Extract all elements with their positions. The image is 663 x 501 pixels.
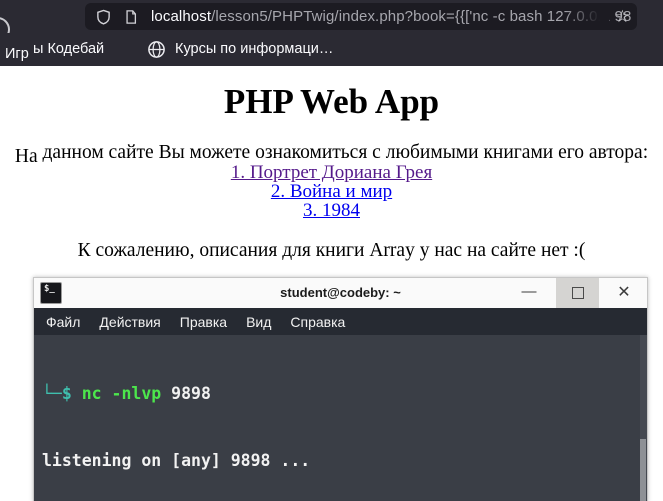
book-link-1984[interactable]: 3. 1984 <box>0 201 663 220</box>
bookmark-item-courses[interactable]: Курсы по информаци… <box>175 41 333 57</box>
url-fade-overlay <box>564 3 609 30</box>
terminal-menubar: Файл Действия Правка Вид Справка <box>34 308 647 335</box>
intro-rest: данном сайте Вы можете ознакомиться с лю… <box>37 142 649 163</box>
menu-file[interactable]: Файл <box>46 314 80 330</box>
terminal-body[interactable]: └─$ nc -nlvp 9898 listening on [any] 989… <box>34 335 647 501</box>
terminal-output-line: listening on [any] 9898 ... <box>42 451 311 471</box>
shell-command-arg: 9898 <box>171 383 211 403</box>
intro-text: На данном сайте Вы можете ознакомиться с… <box>0 142 663 167</box>
globe-icon <box>147 40 166 63</box>
terminal-prompt-line: └─$ nc -nlvp 9898 <box>42 383 647 405</box>
terminal-window: $_ student@codeby: ~ — ✕ Файл Действия П… <box>33 277 648 501</box>
scrollbar-thumb[interactable] <box>640 439 646 501</box>
menu-edit[interactable]: Правка <box>180 314 227 330</box>
bookmarks-bar: Игр ы Кодебай Курсы по информаци… <box>0 33 663 66</box>
menu-view[interactable]: Вид <box>246 314 271 330</box>
shield-icon[interactable] <box>96 9 111 25</box>
bookmark-item-games-kodebay[interactable]: ы Кодебай <box>33 41 104 57</box>
book-link-war-and-peace[interactable]: 2. Война и мир <box>0 182 663 201</box>
terminal-titlebar[interactable]: $_ student@codeby: ~ — ✕ <box>34 278 647 308</box>
bookmark-label-fragment-low[interactable]: Игр <box>5 46 29 62</box>
shell-prompt: └─$ <box>42 383 82 403</box>
menu-actions[interactable]: Действия <box>99 314 160 330</box>
page-title: PHP Web App <box>223 82 440 121</box>
book-link-dorian-gray[interactable]: 1. Портрет Дориана Грея <box>0 163 663 182</box>
maximize-button[interactable] <box>556 278 599 308</box>
url-text[interactable]: localhost/lesson5/PHPTwig/index.php?book… <box>151 8 631 25</box>
not-found-message: К сожалению, описания для книги Array у … <box>77 240 586 261</box>
menu-help[interactable]: Справка <box>290 314 345 330</box>
page-info-icon[interactable] <box>124 9 138 25</box>
book-links: 1. Портрет Дориана Грея 2. Война и мир 3… <box>0 163 663 220</box>
bookmark-star-icon[interactable]: ☆ <box>615 4 630 29</box>
close-button[interactable]: ✕ <box>609 278 639 308</box>
maximize-icon <box>571 287 584 299</box>
address-bar[interactable]: localhost/lesson5/PHPTwig/index.php?book… <box>85 3 637 30</box>
url-host: localhost <box>151 8 212 25</box>
minimize-button[interactable]: — <box>514 278 544 308</box>
intro-first-word: На <box>14 146 38 167</box>
browser-window: localhost/lesson5/PHPTwig/index.php?book… <box>0 0 663 501</box>
shell-command: nc -nlvp <box>81 383 172 403</box>
browser-toolbar: localhost/lesson5/PHPTwig/index.php?book… <box>0 0 663 42</box>
